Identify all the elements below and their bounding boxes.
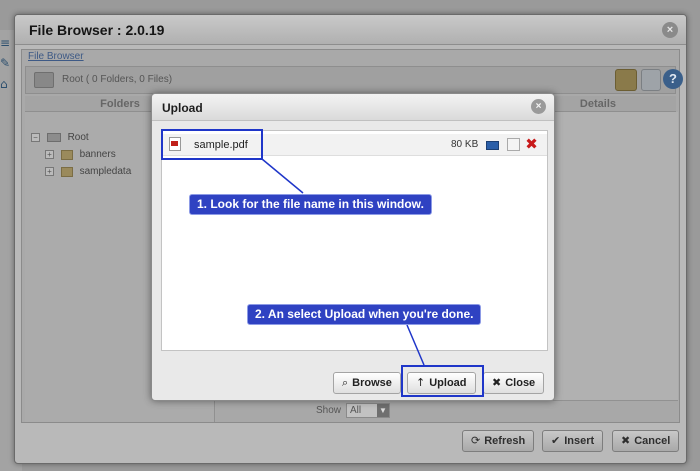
annotation-highlight-upload bbox=[401, 365, 484, 397]
annotation-connector-2 bbox=[406, 324, 425, 366]
annotation-highlight-filename bbox=[161, 129, 263, 160]
annotation-connector-1 bbox=[261, 158, 304, 194]
annotation-connectors bbox=[261, 158, 425, 366]
annotation-step-2: 2. An select Upload when you're done. bbox=[247, 304, 482, 325]
annotation-step-1: 1. Look for the file name in this window… bbox=[189, 194, 432, 215]
